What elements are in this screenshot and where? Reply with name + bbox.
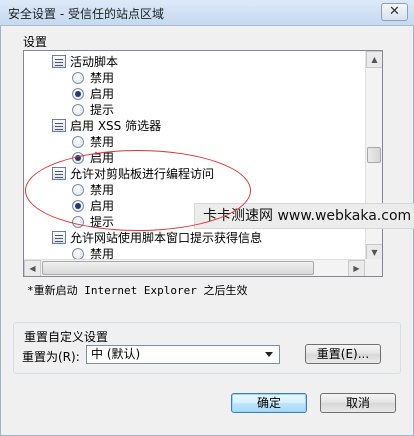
radio-label: 启用	[90, 199, 115, 213]
scroll-right-button[interactable]: ▶	[348, 260, 365, 276]
reset-to-label: 重置为(R):	[22, 350, 80, 364]
reset-level-value: 中 (默认)	[91, 347, 141, 361]
reset-group-title: 重置自定义设置	[22, 328, 111, 345]
radio-icon[interactable]	[72, 184, 84, 196]
window-title: 安全设置 - 受信任的站点区域	[8, 7, 164, 21]
radio-selected-icon[interactable]	[72, 88, 84, 100]
radio-option-6[interactable]: 启用	[72, 150, 114, 166]
radio-icon[interactable]	[72, 72, 84, 84]
radio-label: 提示	[90, 215, 115, 229]
watermark: 卡卡测速网 www.webkaka.com	[194, 203, 414, 229]
horizontal-scrollbar[interactable]: ◀ ▶	[24, 259, 365, 276]
radio-selected-icon[interactable]	[72, 152, 84, 164]
vertical-scrollbar[interactable]: ▲ ▼	[365, 51, 382, 261]
setting-group-header: 允许对剪贴板进行编程访问	[52, 166, 214, 182]
cancel-button[interactable]: 取消	[320, 393, 396, 413]
radio-option-10[interactable]: 提示	[72, 214, 114, 230]
radio-label: 提示	[90, 103, 115, 117]
setting-group-label: 启用 XSS 筛选器	[70, 119, 162, 133]
setting-group-label: 允许网站使用脚本窗口提示获得信息	[70, 231, 263, 245]
radio-label: 启用	[90, 87, 115, 101]
radio-option-8[interactable]: 禁用	[72, 182, 114, 198]
settings-group-icon	[52, 55, 66, 68]
radio-option-1[interactable]: 禁用	[72, 70, 114, 86]
reset-level-select[interactable]: 中 (默认)	[86, 345, 280, 364]
settings-list: 活动脚本 禁用 启用 提示 启用 XSS 筛选器 禁用 启用 允许对剪贴板进行编程访问 禁用 启用…	[24, 51, 365, 276]
title-bar: 安全设置 - 受信任的站点区域 ✕	[0, 0, 414, 26]
setting-group-header: 启用 XSS 筛选器	[52, 118, 161, 134]
radio-label: 禁用	[90, 183, 115, 197]
settings-group-icon	[52, 231, 66, 244]
radio-label: 启用	[90, 151, 115, 165]
radio-option-5[interactable]: 禁用	[72, 134, 114, 150]
restart-note: *重新启动 Internet Explorer 之后生效	[27, 284, 248, 297]
radio-icon[interactable]	[72, 104, 84, 116]
vertical-scroll-thumb[interactable]	[367, 147, 381, 163]
radio-icon[interactable]	[72, 216, 84, 228]
settings-label: 设置	[23, 35, 48, 49]
ok-button[interactable]: 确定	[231, 393, 307, 413]
reset-button[interactable]: 重置(E)...	[305, 344, 381, 364]
close-icon: ✕	[389, 4, 400, 19]
radio-label: 禁用	[90, 71, 115, 85]
horizontal-scroll-thumb[interactable]	[42, 261, 314, 275]
radio-option-3[interactable]: 提示	[72, 102, 114, 118]
setting-group-label: 允许对剪贴板进行编程访问	[70, 167, 215, 181]
radio-option-2[interactable]: 启用	[72, 86, 114, 102]
scroll-left-button[interactable]: ◀	[24, 260, 41, 276]
radio-label: 禁用	[90, 135, 115, 149]
scrollbar-corner	[365, 259, 382, 276]
setting-group-header: 活动脚本	[52, 54, 118, 70]
setting-group-header: 允许网站使用脚本窗口提示获得信息	[52, 230, 262, 246]
radio-icon[interactable]	[72, 136, 84, 148]
scroll-up-button[interactable]: ▲	[366, 51, 382, 68]
radio-selected-icon[interactable]	[72, 200, 84, 212]
radio-option-9[interactable]: 启用	[72, 198, 114, 214]
settings-group-icon	[52, 119, 66, 132]
chevron-down-icon	[265, 352, 273, 357]
settings-tree[interactable]: 活动脚本 禁用 启用 提示 启用 XSS 筛选器 禁用 启用 允许对剪贴板进行编程访问 禁用 启用…	[23, 50, 383, 277]
setting-group-label: 活动脚本	[70, 55, 119, 69]
close-button[interactable]: ✕	[381, 3, 408, 21]
settings-group-icon	[52, 167, 66, 180]
